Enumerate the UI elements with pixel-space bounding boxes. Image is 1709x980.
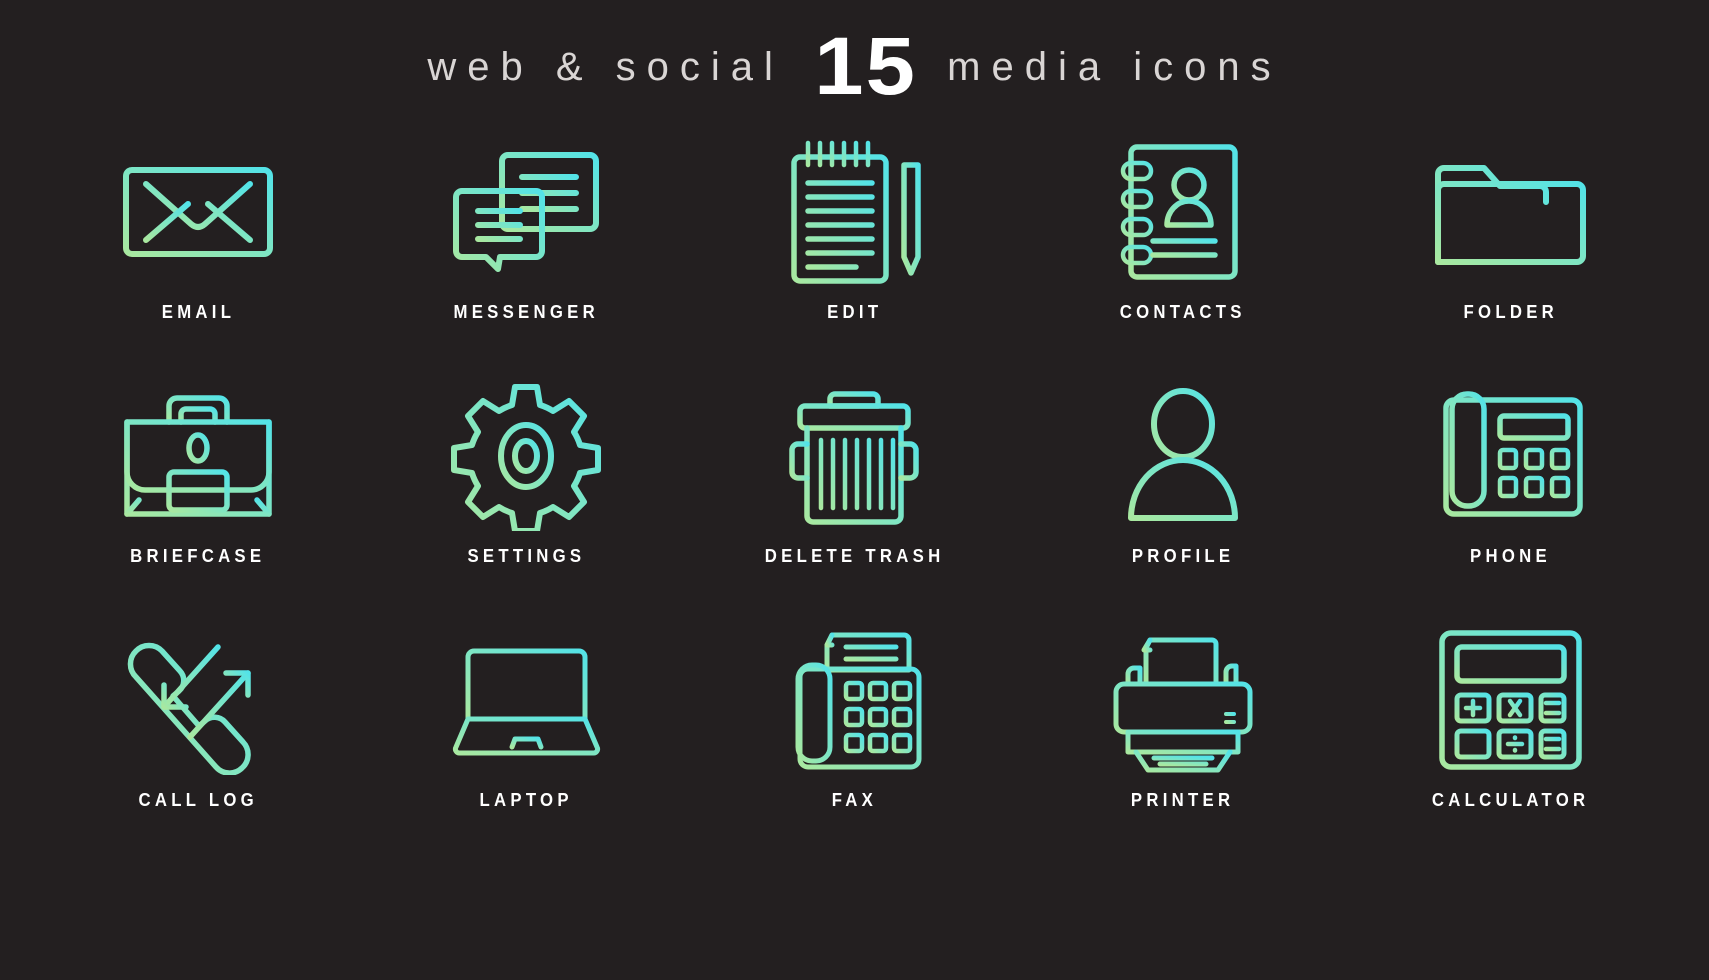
icon-label: PHONE: [1470, 546, 1552, 566]
icon-cell-briefcase[interactable]: BRIEFCASE: [34, 372, 362, 616]
icon-label: CALCULATOR: [1432, 790, 1590, 810]
icon-label: SETTINGS: [467, 546, 586, 566]
header-text-right: media icons: [947, 44, 1282, 89]
icon-label: FOLDER: [1463, 302, 1559, 322]
icon-grid: EMAIL MESSENGER EDIT CONTACTS FOLDER BRI…: [0, 128, 1709, 860]
chat-bubbles-icon: [446, 128, 606, 296]
gear-icon: [451, 372, 602, 540]
icon-cell-calculator[interactable]: CALCULATOR: [1347, 616, 1675, 860]
icon-label: CALL LOG: [138, 790, 258, 810]
icon-cell-profile[interactable]: PROFILE: [1019, 372, 1347, 616]
icon-label: CONTACTS: [1119, 302, 1246, 322]
handset-arrows-icon: [118, 616, 278, 784]
icon-cell-settings[interactable]: SETTINGS: [362, 372, 690, 616]
icon-label: LAPTOP: [479, 790, 573, 810]
trash-can-icon: [779, 372, 929, 540]
header-icon-count: 15: [814, 21, 917, 112]
icon-label: EMAIL: [161, 302, 235, 322]
icon-label: BRIEFCASE: [130, 546, 266, 566]
icon-label: PROFILE: [1131, 546, 1234, 566]
icon-cell-laptop[interactable]: LAPTOP: [362, 616, 690, 860]
icon-cell-folder[interactable]: FOLDER: [1347, 128, 1675, 372]
icon-cell-messenger[interactable]: MESSENGER: [362, 128, 690, 372]
icon-label: PRINTER: [1130, 790, 1235, 810]
page-header: web & social 15 media icons: [0, 0, 1709, 128]
laptop-icon: [444, 616, 609, 784]
icon-label: FAX: [831, 790, 878, 810]
icon-cell-email[interactable]: EMAIL: [34, 128, 362, 372]
icon-cell-call-log[interactable]: CALL LOG: [34, 616, 362, 860]
fax-machine-icon: [772, 616, 937, 784]
icon-cell-phone[interactable]: PHONE: [1347, 372, 1675, 616]
address-book-icon: [1103, 128, 1263, 296]
icon-cell-fax[interactable]: FAX: [690, 616, 1018, 860]
printer-icon: [1100, 616, 1265, 784]
icon-cell-edit[interactable]: EDIT: [690, 128, 1018, 372]
icon-cell-printer[interactable]: PRINTER: [1019, 616, 1347, 860]
notepad-pencil-icon: [774, 128, 934, 296]
header-text-left: web & social: [427, 44, 784, 89]
folder-icon: [1428, 128, 1593, 296]
icon-label: DELETE TRASH: [764, 546, 945, 566]
icon-cell-delete-trash[interactable]: DELETE TRASH: [690, 372, 1018, 616]
person-icon: [1123, 372, 1243, 540]
icon-label: EDIT: [826, 302, 883, 322]
icon-label: MESSENGER: [453, 302, 600, 322]
calculator-icon: [1433, 616, 1588, 784]
desk-phone-icon: [1428, 372, 1593, 540]
envelope-icon: [118, 128, 278, 296]
briefcase-icon: [113, 372, 283, 540]
icon-cell-contacts[interactable]: CONTACTS: [1019, 128, 1347, 372]
